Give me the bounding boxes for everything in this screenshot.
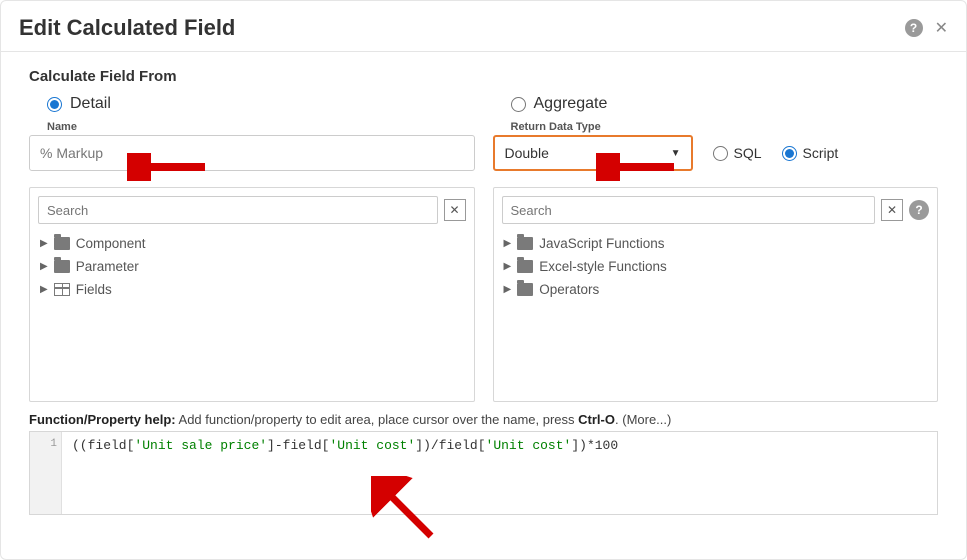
aggregate-radio[interactable] — [511, 97, 526, 112]
tree-label: Parameter — [76, 259, 139, 274]
editor-code[interactable]: ((field['Unit sale price']-field['Unit c… — [62, 432, 628, 514]
caret-icon: ▶ — [504, 238, 512, 249]
return-type-label: Return Data Type — [511, 121, 939, 133]
folder-icon — [517, 260, 533, 273]
left-search-input[interactable] — [38, 196, 438, 224]
tree-item-excel-functions[interactable]: ▶ Excel-style Functions — [502, 255, 930, 278]
help-icon[interactable]: ? — [909, 200, 929, 220]
return-type-select[interactable]: Double ▼ — [493, 135, 693, 171]
table-icon — [54, 283, 70, 296]
help-prefix: Function/Property help: — [29, 412, 176, 427]
folder-icon — [54, 260, 70, 273]
name-label: Name — [47, 121, 475, 133]
tree-label: JavaScript Functions — [539, 236, 664, 251]
tree-label: Excel-style Functions — [539, 259, 667, 274]
caret-icon: ▶ — [40, 238, 48, 249]
section-label: Calculate Field From — [29, 68, 938, 85]
script-label: Script — [803, 145, 839, 161]
tree-label: Fields — [76, 282, 112, 297]
aggregate-label: Aggregate — [534, 95, 608, 113]
help-more[interactable]: (More...) — [622, 412, 671, 427]
clear-left-search-icon[interactable]: ✕ — [444, 199, 466, 221]
help-icon[interactable]: ? — [905, 19, 923, 37]
detail-label: Detail — [70, 95, 111, 113]
right-search-input[interactable] — [502, 196, 876, 224]
help-text: Add function/property to edit area, plac… — [179, 412, 575, 427]
caret-icon: ▶ — [504, 261, 512, 272]
chevron-down-icon: ▼ — [671, 148, 681, 159]
folder-icon — [517, 237, 533, 250]
close-icon[interactable]: ✕ — [935, 18, 948, 38]
return-type-value: Double — [505, 145, 549, 161]
tree-label: Operators — [539, 282, 599, 297]
script-radio[interactable] — [782, 146, 797, 161]
tree-item-operators[interactable]: ▶ Operators — [502, 278, 930, 301]
caret-icon: ▶ — [40, 261, 48, 272]
name-input[interactable] — [29, 135, 475, 171]
tree-item-parameter[interactable]: ▶ Parameter — [38, 255, 466, 278]
formula-editor[interactable]: 1 ((field['Unit sale price']-field['Unit… — [29, 431, 938, 515]
caret-icon: ▶ — [504, 284, 512, 295]
tree-item-fields[interactable]: ▶ Fields — [38, 278, 466, 301]
sql-radio[interactable] — [713, 146, 728, 161]
clear-right-search-icon[interactable]: ✕ — [881, 199, 903, 221]
line-number: 1 — [50, 438, 57, 450]
tree-label: Component — [76, 236, 146, 251]
caret-icon: ▶ — [40, 284, 48, 295]
function-help-line: Function/Property help: Add function/pro… — [29, 412, 938, 427]
folder-icon — [54, 237, 70, 250]
dialog-title: Edit Calculated Field — [19, 15, 235, 41]
right-pane: ✕ ? ▶ JavaScript Functions ▶ Excel-style… — [493, 187, 939, 402]
title-bar: Edit Calculated Field ? ✕ — [1, 1, 966, 51]
edit-calculated-field-dialog: Edit Calculated Field ? ✕ Calculate Fiel… — [0, 0, 967, 560]
editor-gutter: 1 — [30, 432, 62, 514]
detail-radio[interactable] — [47, 97, 62, 112]
folder-icon — [517, 283, 533, 296]
left-pane: ✕ ▶ Component ▶ Parameter ▶ Fields — [29, 187, 475, 402]
sql-label: SQL — [734, 145, 762, 161]
help-key: Ctrl-O — [578, 412, 615, 427]
tree-item-component[interactable]: ▶ Component — [38, 232, 466, 255]
tree-item-js-functions[interactable]: ▶ JavaScript Functions — [502, 232, 930, 255]
